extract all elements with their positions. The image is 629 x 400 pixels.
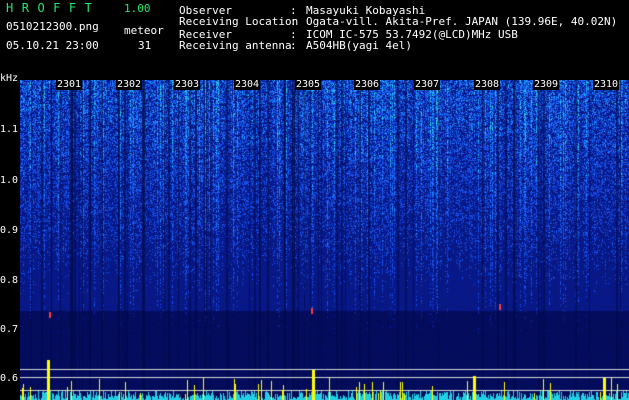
y-tick-label: 0.8 bbox=[0, 275, 19, 286]
x-tick-label: 2307 bbox=[414, 79, 441, 90]
spectrogram-canvas bbox=[20, 80, 629, 400]
location-value: Ogata-vill. Akita-Pref. JAPAN (139.96E, … bbox=[306, 15, 618, 28]
y-tick-label: 1.1 bbox=[0, 124, 19, 135]
x-tick-label: 2308 bbox=[474, 79, 501, 90]
x-tick-label: 2309 bbox=[533, 79, 560, 90]
x-tick-label: 2305 bbox=[295, 79, 322, 90]
header-panel: HROFFT 1.00 0510212300.png meteor 05.10.… bbox=[0, 0, 629, 74]
x-tick-label: 2302 bbox=[116, 79, 143, 90]
y-tick-label: 1.0 bbox=[0, 175, 19, 186]
antenna-colon: : bbox=[290, 39, 297, 52]
x-tick-label: 2301 bbox=[56, 79, 83, 90]
location-label: Receiving Location bbox=[179, 15, 299, 28]
x-tick-label: 2303 bbox=[174, 79, 201, 90]
y-axis-unit: kHz bbox=[0, 73, 19, 84]
meteor-count: 31 bbox=[138, 39, 152, 52]
x-tick-label: 2304 bbox=[234, 79, 261, 90]
app-title: HROFFT bbox=[6, 1, 101, 15]
meteor-label: meteor bbox=[124, 24, 164, 37]
y-tick-label: 0.9 bbox=[0, 225, 19, 236]
datetime: 05.10.21 23:00 bbox=[6, 39, 99, 52]
antenna-label: Receiving antenna bbox=[179, 39, 292, 52]
filename: 0510212300.png bbox=[6, 20, 99, 33]
location-colon: : bbox=[290, 15, 297, 28]
y-tick-label: 0.7 bbox=[0, 324, 19, 335]
antenna-value: A504HB(yagi 4el) bbox=[306, 39, 412, 52]
app-version: 1.00 bbox=[124, 2, 151, 15]
y-tick-label: 0.6 bbox=[0, 373, 19, 384]
x-tick-label: 2310 bbox=[593, 79, 620, 90]
x-tick-label: 2306 bbox=[354, 79, 381, 90]
